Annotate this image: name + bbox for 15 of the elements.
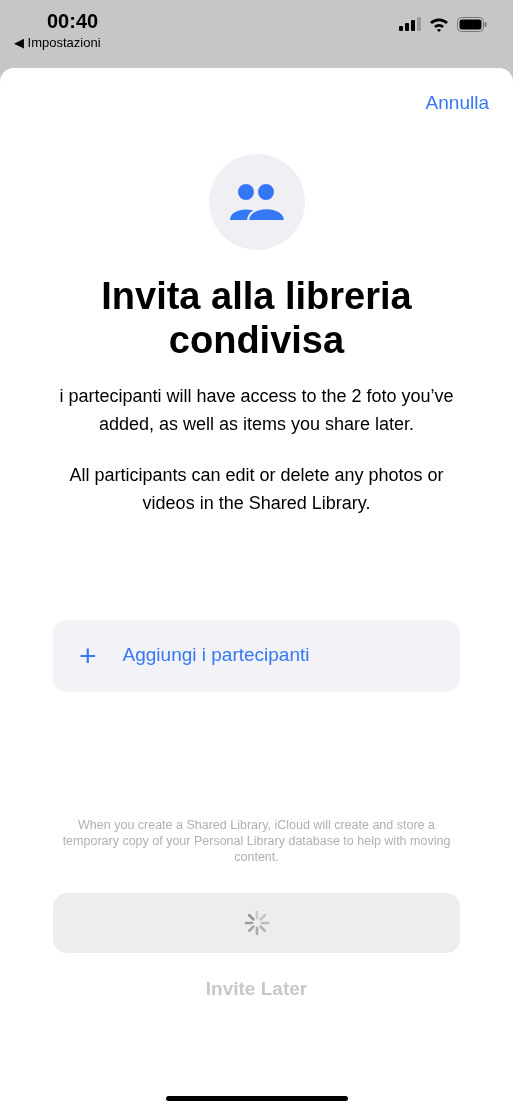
battery-icon <box>457 16 487 32</box>
status-time: 00:40 <box>47 9 99 34</box>
add-participants-button[interactable]: + Aggiungi i partecipanti <box>53 619 460 692</box>
back-link[interactable]: ◀ Impostazioni <box>14 34 101 52</box>
description-text: All participants can edit or delete any photos or videos in the Shared Library. <box>68 463 445 515</box>
sheet-title: Invita alla libreria condivisa <box>100 273 413 362</box>
people-icon <box>227 181 286 222</box>
footnote-text: When you create a Shared Library, iCloud will create and store a temporary copy of your Personal Library database to help with moving content. <box>61 816 452 865</box>
wifi-icon <box>429 16 449 32</box>
add-participants-label: Aggiungi i partecipanti <box>122 643 310 668</box>
description-text: i partecipanti will have access to the 2 foto you’ve added, as well as items you share later. <box>58 384 455 436</box>
cancel-button[interactable]: Annulla <box>425 89 489 118</box>
create-library-button[interactable] <box>53 892 460 953</box>
plus-icon: + <box>79 640 97 671</box>
signal-icon <box>399 17 421 31</box>
